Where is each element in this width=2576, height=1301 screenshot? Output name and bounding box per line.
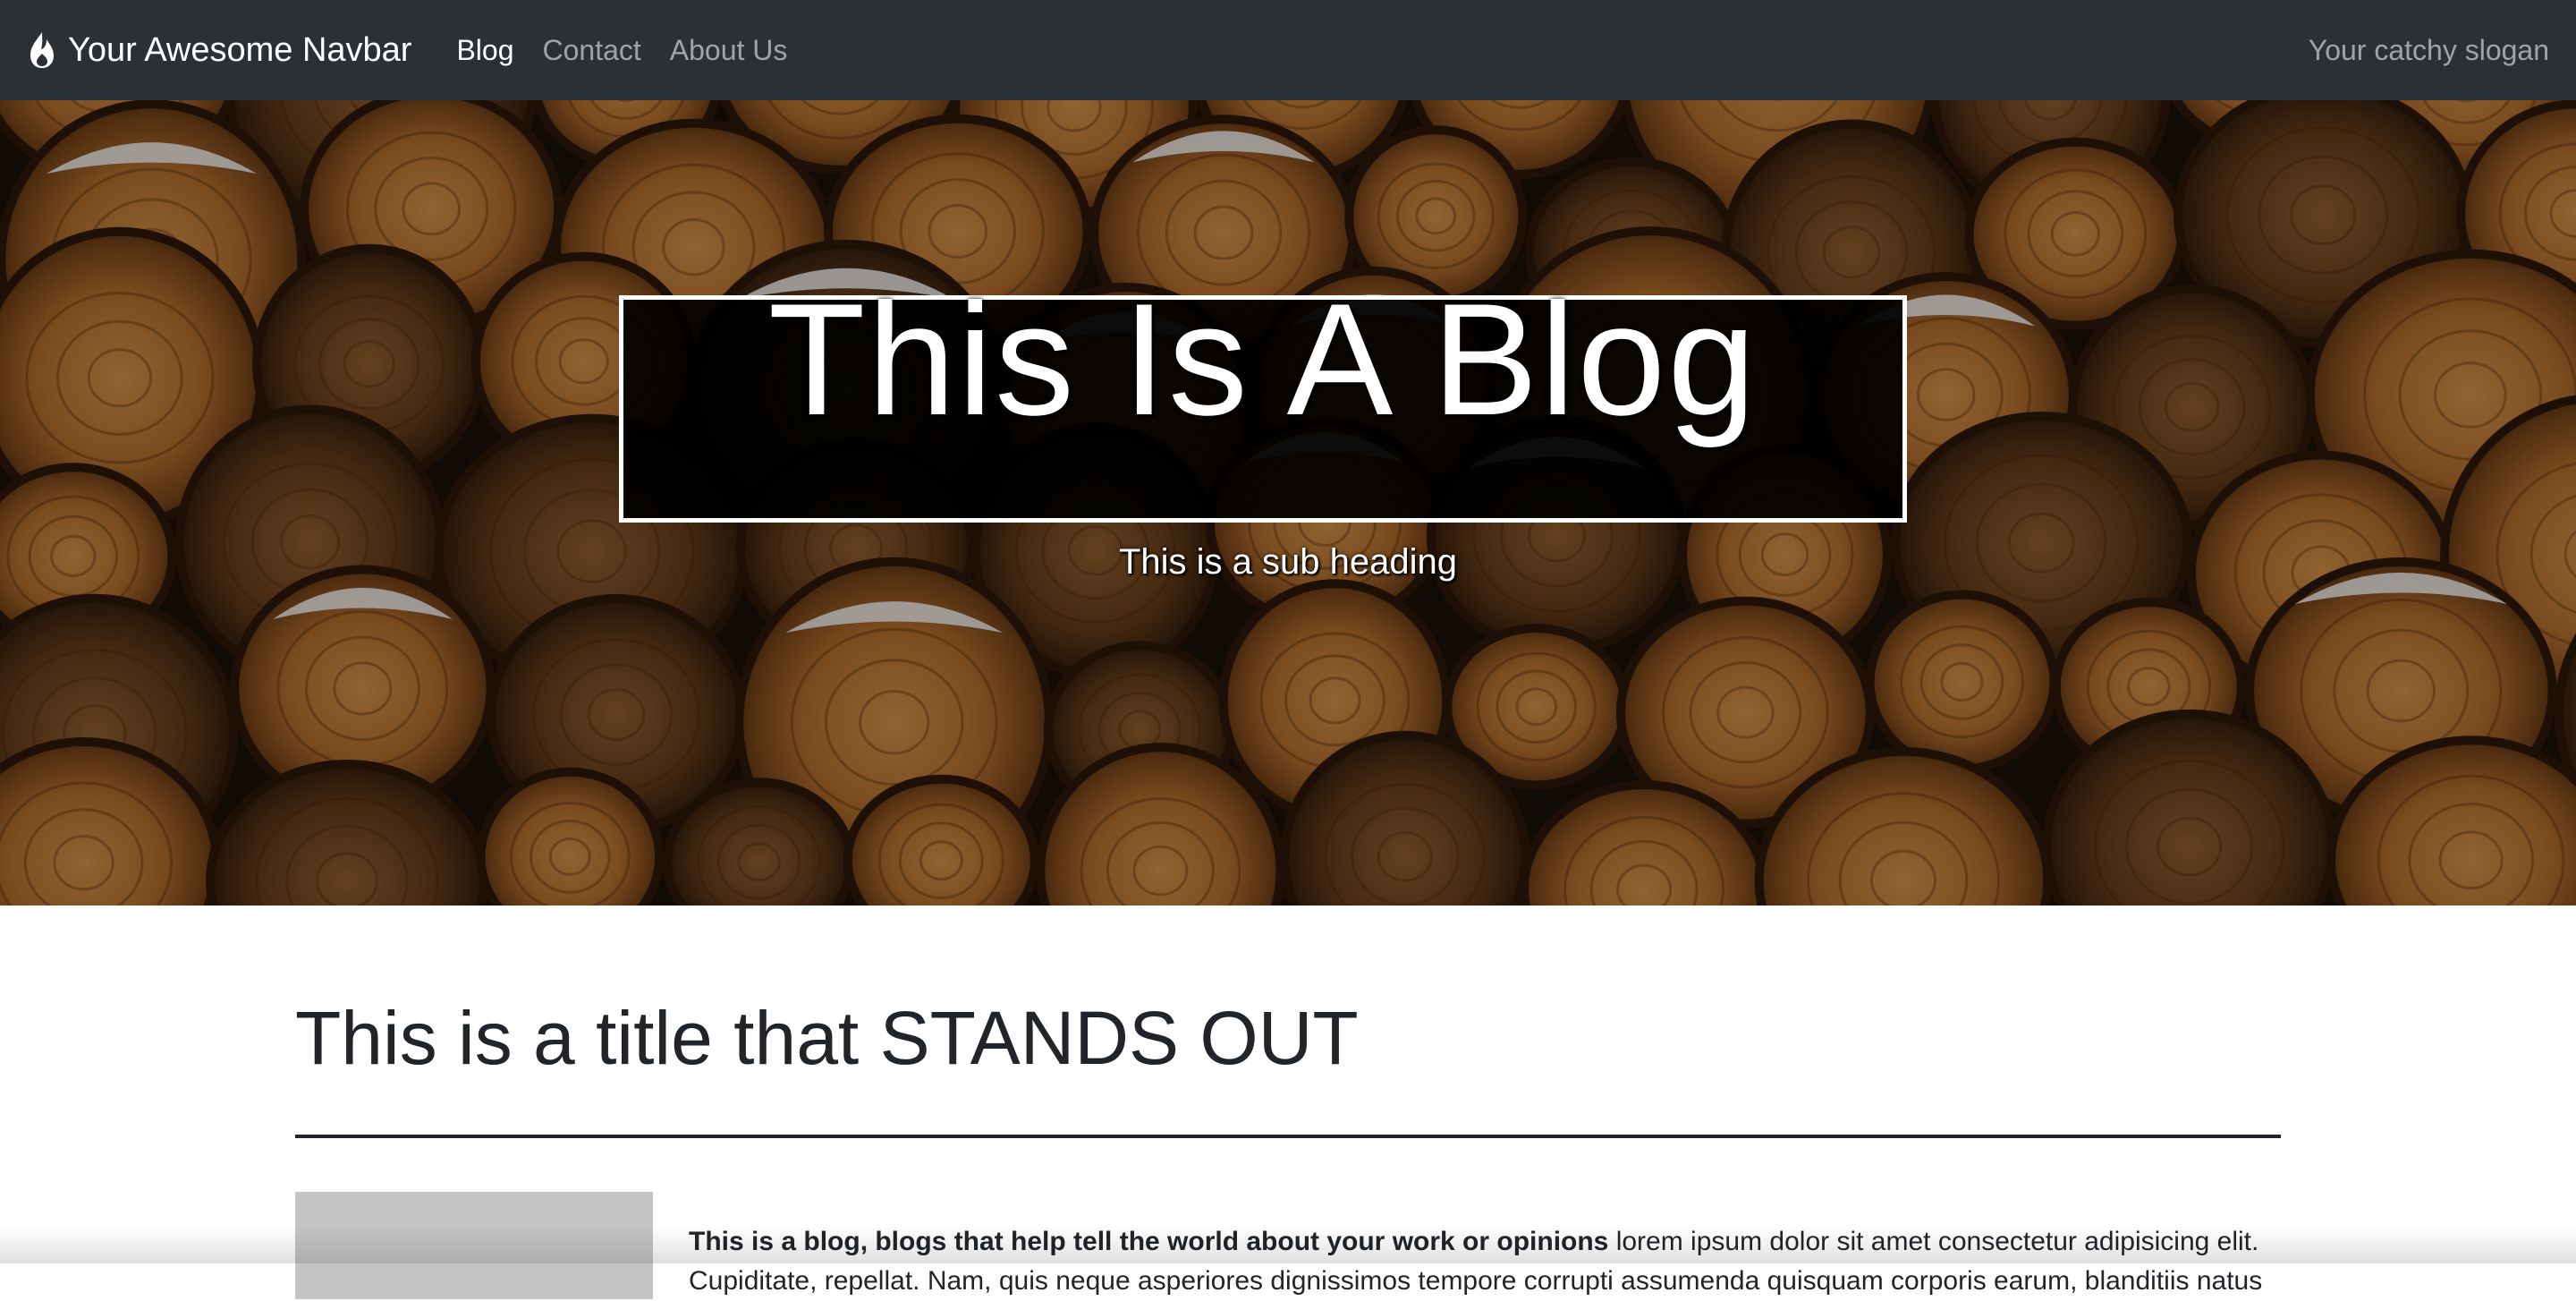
hero-banner: This Is A Blog This is a sub heading (0, 100, 2576, 906)
nav-link-contact[interactable]: Contact (543, 34, 641, 67)
post-text: This is a blog, blogs that help tell the… (689, 1222, 2281, 1301)
hero-subtitle: This is a sub heading (0, 542, 2576, 582)
navbar: Your Awesome Navbar Blog Contact About U… (0, 0, 2576, 100)
nav-link-about-us[interactable]: About Us (670, 34, 788, 67)
navbar-brand[interactable]: Your Awesome Navbar (27, 30, 411, 70)
title-divider (295, 1135, 2281, 1138)
flame-icon (27, 30, 57, 70)
page-title: This is a title that STANDS OUT (295, 1000, 1359, 1076)
navbar-slogan: Your catchy slogan (2309, 34, 2549, 67)
post-lead: This is a blog, blogs that help tell the… (689, 1227, 1608, 1256)
hero-title-box: This Is A Blog (619, 295, 1907, 523)
nav-link-blog[interactable]: Blog (456, 34, 513, 67)
brand-label: Your Awesome Navbar (68, 31, 411, 70)
hero-title: This Is A Blog (768, 280, 1758, 439)
post-image-placeholder (295, 1192, 653, 1299)
nav-links: Blog Contact About Us (456, 34, 816, 67)
